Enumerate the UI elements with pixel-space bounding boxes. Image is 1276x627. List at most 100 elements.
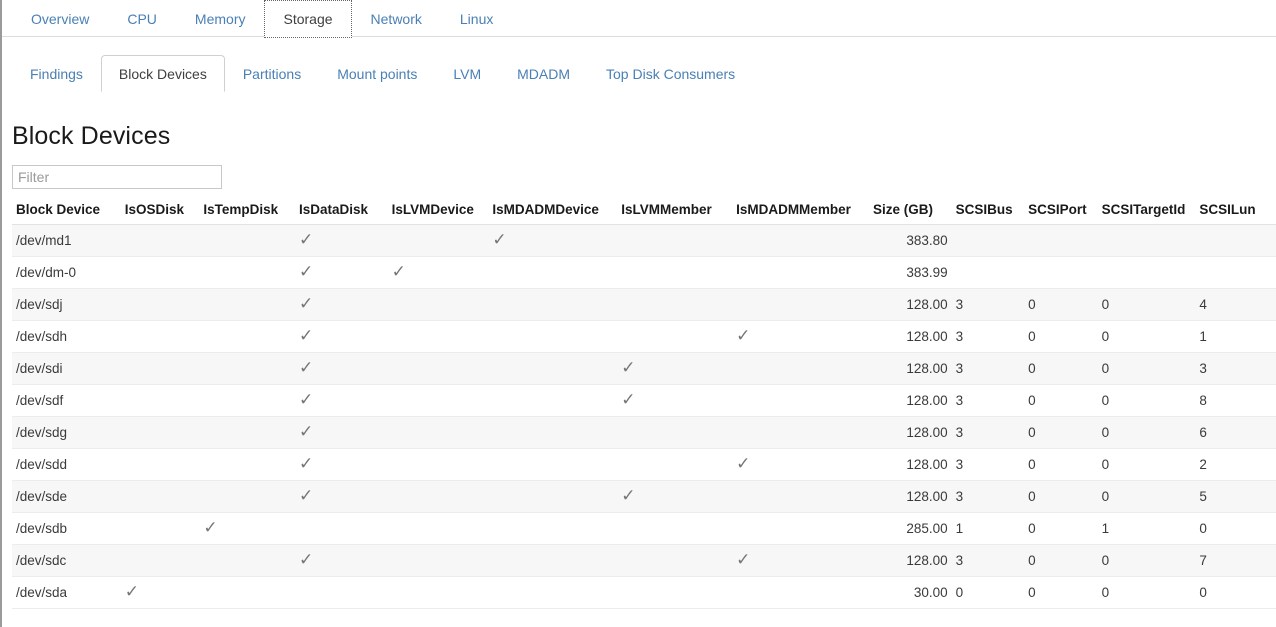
cell-block-device: /dev/sdh	[12, 321, 121, 353]
secondary-tab-block-devices[interactable]: Block Devices	[101, 55, 225, 92]
cell-is-data-disk: ✓	[295, 353, 388, 385]
column-header-scsibus[interactable]: SCSIBus	[952, 199, 1025, 225]
cell-scsi-port: 0	[1024, 353, 1098, 385]
cell-is-mdadm-member: ✓	[732, 321, 869, 353]
secondary-tab-mount-points[interactable]: Mount points	[319, 55, 435, 92]
primary-tab-network[interactable]: Network	[352, 0, 441, 37]
secondary-tab-top-disk-consumers[interactable]: Top Disk Consumers	[588, 55, 753, 92]
table-row[interactable]: /dev/sdj✓128.003004	[12, 289, 1276, 321]
table-row[interactable]: /dev/sdf✓✓128.003008	[12, 385, 1276, 417]
cell-scsi-port: 0	[1024, 449, 1098, 481]
cell-is-lvm-member	[617, 289, 732, 321]
cell-size-gb: 128.00	[869, 449, 952, 481]
primary-tab-overview[interactable]: Overview	[12, 0, 108, 37]
cell-is-data-disk	[295, 513, 388, 545]
column-header-ismdadmdevice[interactable]: IsMDADMDevice	[488, 199, 617, 225]
cell-is-os-disk	[121, 513, 200, 545]
column-header-ismdadmmember[interactable]: IsMDADMMember	[732, 199, 869, 225]
cell-block-device: /dev/sde	[12, 481, 121, 513]
cell-is-mdadm-device	[488, 385, 617, 417]
cell-is-mdadm-device: ✓	[488, 225, 617, 257]
cell-is-lvm-member: ✓	[617, 385, 732, 417]
cell-size-gb: 128.00	[869, 417, 952, 449]
cell-block-device: /dev/md1	[12, 225, 121, 257]
cell-scsi-bus: 3	[952, 417, 1025, 449]
table-row[interactable]: /dev/md1✓✓383.80	[12, 225, 1276, 257]
column-header-scsitargetid[interactable]: SCSITargetId	[1098, 199, 1196, 225]
cell-is-lvm-device	[388, 481, 489, 513]
column-header-scsilun[interactable]: SCSILun	[1195, 199, 1276, 225]
column-header-isosdisk[interactable]: IsOSDisk	[121, 199, 200, 225]
filter-input[interactable]	[12, 165, 222, 189]
column-header-istempdisk[interactable]: IsTempDisk	[199, 199, 295, 225]
table-row[interactable]: /dev/sdh✓✓128.003001	[12, 321, 1276, 353]
column-header-size-gb[interactable]: Size (GB)	[869, 199, 952, 225]
cell-scsi-port: 0	[1024, 481, 1098, 513]
table-row[interactable]: /dev/sdb✓285.001010	[12, 513, 1276, 545]
cell-is-mdadm-device	[488, 257, 617, 289]
cell-size-gb: 285.00	[869, 513, 952, 545]
column-header-block-device[interactable]: Block Device	[12, 199, 121, 225]
cell-scsi-lun: 2	[1195, 449, 1276, 481]
cell-is-lvm-device	[388, 321, 489, 353]
cell-scsi-port	[1024, 257, 1098, 289]
table-row[interactable]: /dev/sdd✓✓128.003002	[12, 449, 1276, 481]
cell-scsi-bus: 3	[952, 353, 1025, 385]
cell-block-device: /dev/sdd	[12, 449, 121, 481]
cell-is-os-disk	[121, 481, 200, 513]
cell-is-temp-disk	[199, 321, 295, 353]
cell-size-gb: 383.99	[869, 257, 952, 289]
primary-tab-linux[interactable]: Linux	[441, 0, 512, 37]
cell-is-data-disk: ✓	[295, 225, 388, 257]
cell-is-lvm-member	[617, 225, 732, 257]
cell-scsi-port: 0	[1024, 545, 1098, 577]
cell-scsi-bus: 3	[952, 545, 1025, 577]
table-header-row: Block DeviceIsOSDiskIsTempDiskIsDataDisk…	[12, 199, 1276, 225]
cell-scsi-bus: 3	[952, 481, 1025, 513]
column-header-isdatadisk[interactable]: IsDataDisk	[295, 199, 388, 225]
table-row[interactable]: /dev/sdi✓✓128.003003	[12, 353, 1276, 385]
secondary-tab-lvm[interactable]: LVM	[435, 55, 499, 92]
cell-is-os-disk	[121, 225, 200, 257]
cell-is-os-disk	[121, 545, 200, 577]
cell-scsi-bus	[952, 257, 1025, 289]
table-row[interactable]: /dev/sdg✓128.003006	[12, 417, 1276, 449]
secondary-tab-partitions[interactable]: Partitions	[225, 55, 319, 92]
column-header-islvmmember[interactable]: IsLVMMember	[617, 199, 732, 225]
cell-scsi-target-id: 0	[1098, 449, 1196, 481]
page-root: OverviewCPUMemoryStorageNetworkLinux Fin…	[0, 0, 1276, 627]
cell-block-device: /dev/sdg	[12, 417, 121, 449]
cell-is-mdadm-device	[488, 449, 617, 481]
table-row[interactable]: /dev/sda✓30.000000	[12, 577, 1276, 609]
table-row[interactable]: /dev/dm-0✓✓383.99	[12, 257, 1276, 289]
primary-tab-memory[interactable]: Memory	[176, 0, 265, 37]
cell-is-mdadm-member	[732, 513, 869, 545]
column-header-islvmdevice[interactable]: IsLVMDevice	[388, 199, 489, 225]
cell-is-data-disk: ✓	[295, 321, 388, 353]
secondary-tab-findings[interactable]: Findings	[12, 55, 101, 92]
cell-is-lvm-device: ✓	[388, 257, 489, 289]
check-icon: ✓	[299, 330, 313, 342]
primary-tab-storage[interactable]: Storage	[264, 0, 351, 38]
cell-is-lvm-device	[388, 545, 489, 577]
cell-scsi-port: 0	[1024, 513, 1098, 545]
cell-is-mdadm-member	[732, 257, 869, 289]
table-row[interactable]: /dev/sdc✓✓128.003007	[12, 545, 1276, 577]
page-title: Block Devices	[12, 122, 1266, 151]
column-header-scsiport[interactable]: SCSIPort	[1024, 199, 1098, 225]
primary-tab-cpu[interactable]: CPU	[108, 0, 176, 37]
cell-block-device: /dev/sdf	[12, 385, 121, 417]
cell-scsi-lun: 3	[1195, 353, 1276, 385]
secondary-tab-mdadm[interactable]: MDADM	[499, 55, 588, 92]
cell-block-device: /dev/sdb	[12, 513, 121, 545]
cell-scsi-bus	[952, 225, 1025, 257]
cell-is-os-disk	[121, 353, 200, 385]
check-icon: ✓	[621, 362, 635, 374]
cell-scsi-port: 0	[1024, 321, 1098, 353]
cell-size-gb: 128.00	[869, 289, 952, 321]
cell-scsi-target-id: 0	[1098, 321, 1196, 353]
table-row[interactable]: /dev/sde✓✓128.003005	[12, 481, 1276, 513]
cell-scsi-lun: 8	[1195, 385, 1276, 417]
cell-is-lvm-device	[388, 449, 489, 481]
check-icon: ✓	[299, 458, 313, 470]
